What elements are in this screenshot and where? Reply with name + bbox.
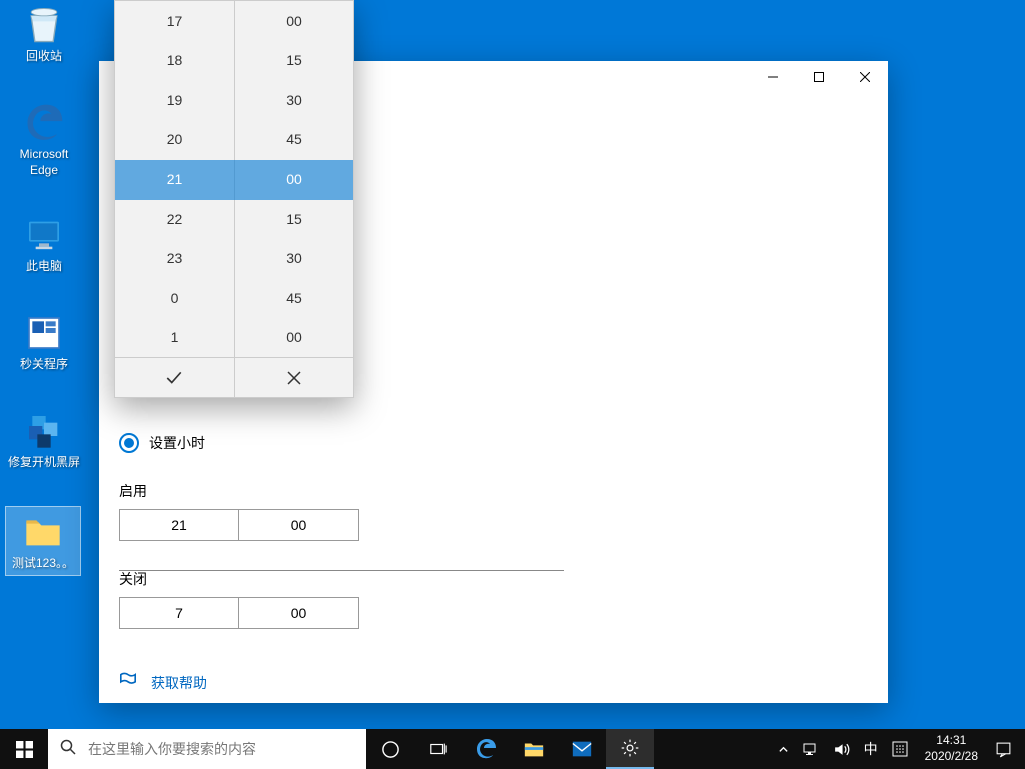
picker-item[interactable]: 00 [235,1,353,41]
picker-item[interactable]: 17 [115,1,234,41]
edge-icon [22,101,66,145]
tray-clock[interactable]: 14:31 2020/2/28 [915,733,988,764]
desktop-icon-this-pc[interactable]: 此电脑 [6,213,82,275]
disable-time-picker[interactable]: 7 00 [119,597,868,629]
radio-label: 设置小时 [149,433,205,453]
enable-hour[interactable]: 21 [119,509,239,541]
picker-item-selected[interactable]: 00 [235,159,353,199]
picker-item[interactable]: 23 [115,238,234,278]
taskbar-edge[interactable] [462,729,510,769]
picker-item[interactable]: 18 [115,41,234,81]
picker-item[interactable]: 45 [235,278,353,318]
tray-ime-keyboard[interactable] [885,729,915,769]
enable-minute[interactable]: 00 [239,509,359,541]
picker-item[interactable]: 22 [115,199,234,239]
folder-icon [21,510,65,554]
enable-label: 启用 [119,481,868,501]
desktop-icon-edge[interactable]: Microsoft Edge [6,101,82,178]
desktop-icon-repair[interactable]: 修复开机黑屏 [6,409,82,471]
picker-cancel-button[interactable] [234,358,354,397]
picker-item[interactable]: 15 [235,41,353,81]
cortana-button[interactable] [366,729,414,769]
task-view-button[interactable] [414,729,462,769]
this-pc-icon [22,213,66,257]
icon-label: 秒关程序 [6,357,82,373]
picker-item-selected[interactable]: 21 [115,159,234,199]
desktop-icon-recycle-bin[interactable]: 回收站 [6,3,82,65]
taskbar-mail[interactable] [558,729,606,769]
search-icon [60,739,76,759]
tray-ime[interactable]: 中 [857,729,885,769]
search-box[interactable]: 在这里输入你要搜索的内容 [48,729,366,769]
get-help-link[interactable]: 获取帮助 [119,671,868,694]
disable-label: 关闭 [119,569,868,589]
tray-notifications-icon[interactable] [988,729,1019,769]
tray-time: 14:31 [925,733,978,749]
picker-item[interactable]: 00 [235,318,353,358]
close-button[interactable] [842,61,888,93]
tray-date: 2020/2/28 [925,749,978,765]
picker-item[interactable]: 0 [115,278,234,318]
radio-icon [119,433,139,453]
picker-item[interactable]: 30 [235,238,353,278]
app-icon [22,311,66,355]
tray-network-icon[interactable] [796,729,826,769]
desktop-icon-folder[interactable]: 测试123。。 [5,506,81,576]
hour-column[interactable]: 17 18 19 20 21 22 23 0 1 [115,1,234,357]
minimize-button[interactable] [750,61,796,93]
start-button[interactable] [0,729,48,769]
taskbar-settings[interactable] [606,729,654,769]
icon-label: 此电脑 [6,259,82,275]
picker-item[interactable]: 20 [115,120,234,160]
disable-minute[interactable]: 00 [239,597,359,629]
picker-item[interactable]: 19 [115,80,234,120]
search-placeholder: 在这里输入你要搜索的内容 [88,739,256,759]
help-icon [119,671,137,694]
picker-item[interactable]: 45 [235,120,353,160]
picker-accept-button[interactable] [115,358,234,397]
tray-up-chevron[interactable] [771,729,796,769]
tray-volume-icon[interactable] [826,729,857,769]
icon-label: Microsoft Edge [6,147,82,178]
picker-item[interactable]: 1 [115,318,234,358]
taskbar-explorer[interactable] [510,729,558,769]
minute-column[interactable]: 00 15 30 45 00 15 30 45 00 [234,1,353,357]
maximize-button[interactable] [796,61,842,93]
enable-time-picker[interactable]: 21 00 [119,509,868,541]
picker-item[interactable]: 30 [235,80,353,120]
recycle-bin-icon [22,3,66,47]
icon-label: 回收站 [6,49,82,65]
icon-label: 修复开机黑屏 [6,455,82,471]
radio-schedule-hours[interactable]: 设置小时 [119,433,868,453]
disable-hour[interactable]: 7 [119,597,239,629]
picker-item[interactable]: 15 [235,199,353,239]
icon-label: 测试123。。 [6,556,80,572]
separator [119,570,564,571]
help-label: 获取帮助 [151,673,207,693]
desktop-icon-close-apps[interactable]: 秒关程序 [6,311,82,373]
taskbar: 在这里输入你要搜索的内容 中 14:31 2020/2/28 [0,729,1025,769]
app-icon [22,409,66,453]
time-picker-popup: 17 18 19 20 21 22 23 0 1 00 15 30 45 00 … [114,0,354,398]
